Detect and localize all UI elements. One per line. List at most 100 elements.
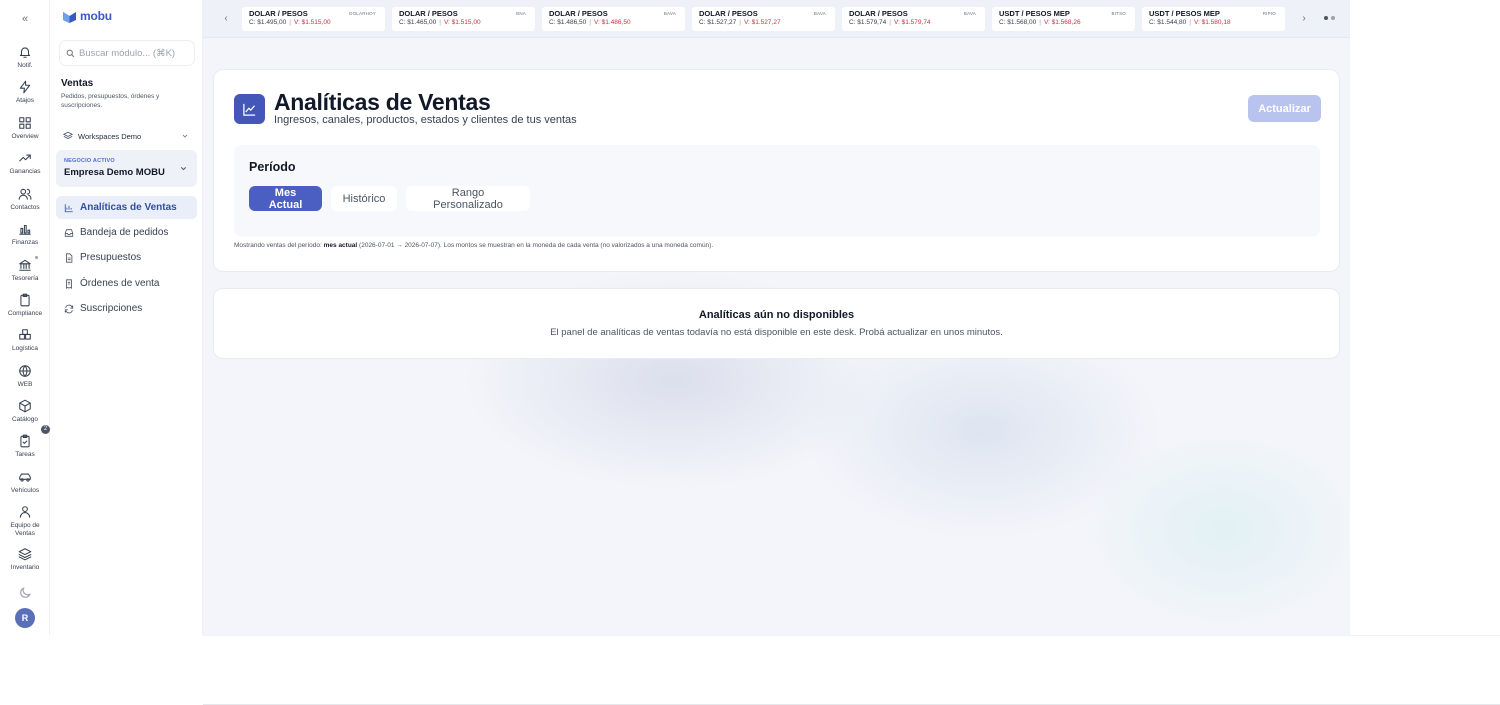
rail-item-equipo-de-ventas[interactable]: Equipo de Ventas — [0, 505, 50, 537]
buy-rate: C: $1.495,00 — [249, 19, 287, 26]
rate-separator: | — [889, 19, 891, 26]
ticker-next-icon[interactable]: › — [1297, 12, 1311, 26]
rail-item-atajos[interactable]: Atajos — [0, 80, 50, 105]
rail-item-inventario[interactable]: Inventario — [0, 547, 50, 572]
rate-card[interactable]: DOLAR / PESOS BAVA C: $1.486,50 | V: $1.486,… — [542, 7, 685, 31]
globe-icon — [19, 365, 31, 377]
refresh-button[interactable]: Actualizar — [1248, 95, 1321, 122]
chevron-down-icon — [182, 134, 188, 138]
rate-source: BITSO — [1111, 11, 1126, 16]
dark-mode-icon[interactable] — [18, 586, 32, 600]
nav-item-label: Presupuestos — [80, 252, 142, 263]
search-input[interactable] — [79, 47, 189, 59]
empty-state-card: Analíticas aún no disponibles El panel d… — [213, 288, 1340, 359]
rail-item-label: Tareas — [15, 451, 35, 458]
ticker-pagination[interactable] — [1324, 16, 1335, 20]
car-icon — [19, 473, 31, 482]
rate-values: C: $1.568,00 | V: $1.568,26 — [999, 19, 1135, 26]
rate-separator: | — [289, 19, 291, 26]
icon-rail: « Notif. Atajos Overview Ganancias Contactos… — [0, 0, 50, 635]
nav-item-analiticas[interactable]: Analíticas de Ventas — [56, 196, 197, 219]
nav-item-bandeja[interactable]: Bandeja de pedidos — [56, 221, 197, 244]
rate-values: C: $1.527,27 | V: $1.527,27 — [699, 19, 835, 26]
rail-item-contactos[interactable]: Contactos — [0, 187, 50, 212]
logo-text: mobu — [80, 9, 112, 23]
rate-source: BAVA — [963, 11, 976, 16]
period-historico-button[interactable]: Histórico — [331, 186, 397, 211]
lightning-icon — [19, 80, 31, 94]
bell-icon — [19, 47, 31, 58]
rail-item-tareas[interactable]: Tareas — [0, 434, 50, 459]
section-description: Pedidos, presupuestos, órdenes y suscrip… — [61, 93, 160, 109]
rail-item-label: Contactos — [10, 204, 40, 211]
rail-item-label: Logística — [11, 345, 39, 352]
document-icon — [66, 252, 73, 263]
nav-item-label: Analíticas de Ventas — [80, 202, 177, 213]
nav-item-ordenes[interactable]: Órdenes de venta — [56, 272, 197, 295]
module-search[interactable] — [59, 40, 195, 66]
rail-item-vehículos[interactable]: Vehículos — [0, 470, 50, 495]
rail-item-label: Inventario — [10, 564, 40, 571]
period-mes-actual-button[interactable]: Mes Actual — [249, 186, 322, 211]
empty-state-description: El panel de analíticas de ventas todavía… — [550, 327, 1003, 338]
period-rango-button[interactable]: Rango Personalizado — [406, 186, 530, 211]
module-sidebar: mobu Ventas Pedidos, presupuestos, órden… — [50, 0, 203, 635]
page-title: Analíticas de Ventas — [274, 89, 491, 115]
nav-item-suscripciones[interactable]: Suscripciones — [56, 297, 197, 320]
rail-item-logística[interactable]: Logística — [0, 328, 50, 353]
rail-item-label: WEB — [17, 381, 33, 388]
bar-chart-icon — [19, 224, 31, 235]
rate-separator: | — [1189, 19, 1191, 26]
rail-item-web[interactable]: WEB — [0, 364, 50, 389]
brand-logo[interactable]: mobu — [62, 9, 112, 23]
rail-item-tesorería[interactable]: Tesorería — [0, 258, 50, 283]
line-chart-icon — [243, 103, 256, 116]
rate-card[interactable]: DOLAR / PESOS BAVA C: $1.579,74 | V: $1.579,… — [842, 7, 985, 31]
lower-area — [203, 635, 1500, 705]
rail-item-label: Overview — [11, 133, 39, 140]
active-business-selector[interactable]: NEGOCIO ACTIVO Empresa Demo MOBU — [56, 150, 197, 187]
buy-rate: C: $1.544,80 — [1149, 19, 1187, 26]
period-selector: Período Mes Actual Histórico Rango Perso… — [234, 145, 1320, 237]
rate-card[interactable]: DOLAR / PESOS BNA C: $1.465,00 | V: $1.515,0… — [392, 7, 535, 31]
buy-rate: C: $1.465,00 — [399, 19, 437, 26]
ticker-prev-icon[interactable]: ‹ — [219, 12, 233, 26]
rail-item-label: Compliance — [7, 310, 43, 317]
rate-card[interactable]: USDT / PESOS MEP BITSO C: $1.568,00 | V: $1.… — [992, 7, 1135, 31]
rail-item-ganancias[interactable]: Ganancias — [0, 151, 50, 176]
note-period: mes actual — [323, 242, 358, 249]
nav-item-presupuestos[interactable]: Presupuestos — [56, 246, 197, 269]
clipboard-check-icon — [20, 434, 30, 448]
receipt-icon — [66, 278, 72, 289]
rate-source: BAVA — [663, 11, 676, 16]
app-root: « Notif. Atajos Overview Ganancias Contactos… — [0, 0, 1500, 705]
rate-card[interactable]: USDT / PESOS MEP RIPIO C: $1.544,80 | V: $1.… — [1142, 7, 1285, 31]
empty-state-title: Analíticas aún no disponibles — [698, 309, 855, 321]
rate-card[interactable]: DOLAR / PESOS DOLARHOY C: $1.495,00 | V: $1.… — [242, 7, 385, 31]
rail-item-compliance[interactable]: Compliance — [0, 293, 50, 318]
sell-rate: V: $1.579,74 — [893, 19, 931, 26]
analytics-header-card: Analíticas de Ventas Ingresos, canales, … — [213, 69, 1340, 272]
rate-source: BAVA — [813, 11, 826, 16]
rate-source: DOLARHOY — [349, 11, 376, 16]
rail-item-label: Ganancias — [9, 168, 41, 175]
rail-item-catálogo[interactable]: Catálogo — [0, 399, 50, 424]
treasury-indicator-dot — [35, 256, 38, 259]
rail-item-finanzas[interactable]: Finanzas — [0, 222, 50, 247]
rail-item-notif-[interactable]: Notif. — [0, 45, 50, 70]
period-title: Período — [249, 160, 296, 174]
user-avatar[interactable]: R — [15, 608, 35, 628]
rate-values: C: $1.544,80 | V: $1.580,18 — [1149, 19, 1285, 26]
rate-source: BNA — [516, 11, 526, 16]
search-icon — [66, 49, 75, 57]
background-glow — [1083, 430, 1350, 630]
rail-item-label: Catálogo — [11, 416, 39, 423]
collapse-sidebar-icon[interactable]: « — [17, 11, 33, 27]
rate-values: C: $1.465,00 | V: $1.515,00 — [399, 19, 535, 26]
team-icon — [19, 506, 31, 518]
workspace-selector[interactable]: Workspaces Demo — [59, 126, 195, 146]
rate-card[interactable]: DOLAR / PESOS BAVA C: $1.527,27 | V: $1.527,… — [692, 7, 835, 31]
boxes-icon — [19, 329, 31, 340]
rail-item-overview[interactable]: Overview — [0, 116, 50, 141]
buy-rate: C: $1.486,50 — [549, 19, 587, 26]
